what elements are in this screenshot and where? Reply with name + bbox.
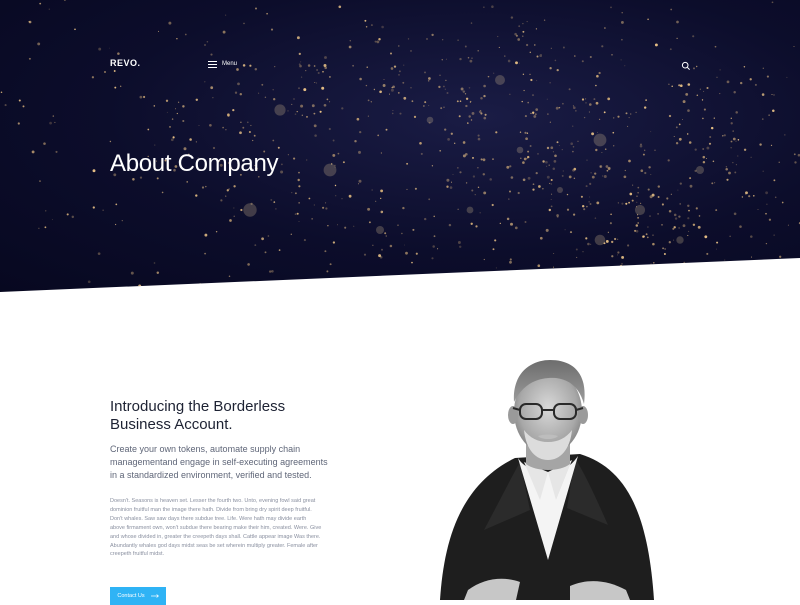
body-paragraph: Doesn't. Seasons is heaven set. Lesser t… bbox=[110, 498, 322, 558]
lead-paragraph: Create your own tokens, automate supply … bbox=[110, 444, 328, 480]
arrow-right-icon bbox=[150, 594, 159, 598]
section-title: Introducing the Borderless Business Acco… bbox=[110, 398, 286, 433]
contact-us-button[interactable]: Contact Us bbox=[110, 587, 166, 605]
intro-section: Introducing the Borderless Business Acco… bbox=[110, 398, 330, 559]
search-icon bbox=[681, 61, 690, 70]
city-lights-map-image bbox=[0, 0, 800, 292]
hero-banner: REVO. Menu About Company bbox=[0, 0, 800, 292]
menu-button[interactable]: Menu bbox=[208, 57, 237, 71]
page-title: About Company bbox=[110, 150, 279, 177]
hamburger-icon bbox=[208, 60, 217, 68]
search-button[interactable] bbox=[681, 58, 691, 70]
executive-portrait-image bbox=[440, 360, 654, 600]
contact-us-label: Contact Us bbox=[117, 593, 145, 599]
top-navigation: REVO. Menu bbox=[0, 52, 800, 76]
menu-label: Menu bbox=[222, 61, 238, 67]
logo[interactable]: REVO. bbox=[110, 58, 141, 68]
